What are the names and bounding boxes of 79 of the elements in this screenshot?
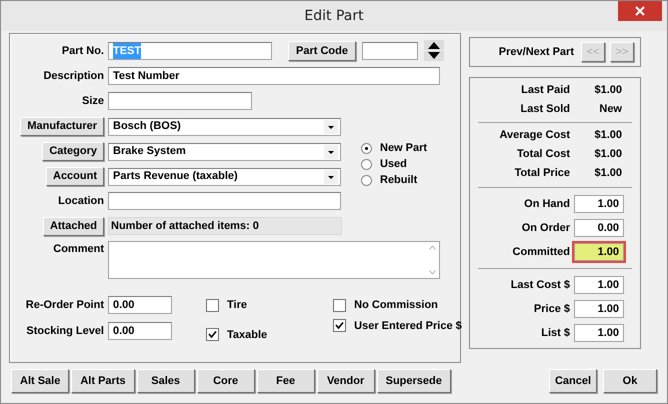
close-button[interactable] bbox=[618, 1, 662, 21]
spin-control[interactable] bbox=[424, 40, 444, 62]
part-code-button[interactable]: Part Code bbox=[288, 41, 356, 61]
action-button[interactable]: Supersede bbox=[376, 369, 451, 393]
window-title: Edit Part bbox=[304, 6, 364, 26]
field-label: On Hand bbox=[523, 196, 570, 212]
navigation-label: Prev/Next Part bbox=[498, 44, 574, 60]
check-icon bbox=[335, 321, 344, 330]
number-field[interactable]: 0.00 bbox=[108, 322, 172, 340]
attached-button[interactable]: Attached bbox=[42, 216, 104, 236]
dropdown[interactable]: Brake System bbox=[108, 142, 341, 160]
field-value: TEST bbox=[113, 42, 142, 60]
close-icon bbox=[635, 6, 645, 16]
lookup-button[interactable]: Manufacturer bbox=[20, 117, 104, 136]
dialog-button[interactable]: Ok bbox=[603, 369, 657, 393]
checkbox[interactable] bbox=[206, 328, 219, 342]
caret-icon bbox=[324, 170, 338, 184]
comment-field[interactable] bbox=[108, 241, 440, 279]
stat-value: $1.00 bbox=[594, 166, 623, 182]
action-button[interactable]: Vendor bbox=[316, 369, 375, 393]
checkbox-label: Tire bbox=[227, 298, 247, 313]
checkbox[interactable] bbox=[333, 319, 346, 332]
description-field[interactable]: Test Number bbox=[108, 67, 440, 85]
number-field[interactable]: 1.00 bbox=[574, 243, 624, 261]
action-button[interactable]: Fee bbox=[256, 369, 315, 393]
stat-label: Last Sold bbox=[519, 102, 570, 118]
stat-label: Total Cost bbox=[516, 147, 570, 162]
radio-label: Used bbox=[380, 157, 407, 172]
stat-value: $1.00 bbox=[594, 83, 623, 98]
field-label: Size bbox=[82, 94, 104, 109]
checkbox[interactable] bbox=[206, 298, 219, 312]
number-field[interactable]: 1.00 bbox=[574, 195, 624, 213]
lookup-button[interactable]: Category bbox=[42, 142, 104, 161]
stat-value: $1.00 bbox=[594, 147, 623, 162]
size-field[interactable] bbox=[108, 92, 252, 110]
check-icon bbox=[208, 330, 217, 340]
caret-icon bbox=[324, 144, 338, 158]
number-field[interactable]: 0.00 bbox=[574, 219, 624, 237]
action-button[interactable]: Alt Parts bbox=[71, 369, 135, 393]
radio-button[interactable] bbox=[361, 159, 372, 170]
number-field[interactable]: 1.00 bbox=[574, 300, 624, 318]
radio-label: Rebuilt bbox=[380, 173, 418, 188]
field-label: Comment bbox=[53, 242, 104, 257]
lookup-button[interactable]: Account bbox=[46, 167, 104, 186]
dropdown[interactable]: Parts Revenue (taxable) bbox=[108, 168, 341, 186]
dropdown[interactable]: Bosch (BOS) bbox=[108, 118, 341, 136]
action-button[interactable]: Sales bbox=[136, 369, 195, 393]
checkbox[interactable] bbox=[333, 298, 346, 312]
number-field[interactable]: 1.00 bbox=[574, 276, 624, 294]
radio-button[interactable] bbox=[361, 143, 372, 154]
field-label: Committed bbox=[512, 244, 570, 260]
checkbox-label: Taxable bbox=[227, 328, 268, 342]
dialog-button[interactable]: Cancel bbox=[549, 369, 597, 393]
field-label: List $ bbox=[540, 326, 570, 341]
stat-label: Last Paid bbox=[520, 83, 570, 98]
field-label: On Order bbox=[520, 220, 570, 236]
action-button[interactable]: Core bbox=[196, 369, 255, 393]
location-field[interactable] bbox=[108, 192, 341, 210]
checkbox-label: No Commission bbox=[354, 298, 438, 313]
field-label: Re-Order Point bbox=[26, 298, 104, 313]
radio-button[interactable] bbox=[361, 175, 372, 186]
caret-icon bbox=[324, 120, 338, 134]
number-field[interactable]: 0.00 bbox=[108, 296, 172, 314]
number-field[interactable]: 1.00 bbox=[574, 324, 624, 342]
field-label: Location bbox=[58, 194, 104, 209]
field-label: Last Cost $ bbox=[510, 278, 570, 293]
field-label: Part No. bbox=[62, 44, 104, 59]
checkbox-label: User Entered Price $ bbox=[354, 318, 462, 334]
stat-value: $1.00 bbox=[594, 128, 623, 144]
field-label: Description bbox=[43, 68, 104, 84]
part-code-field[interactable] bbox=[362, 42, 418, 60]
radio-label: New Part bbox=[380, 141, 428, 156]
stat-value: New bbox=[599, 102, 623, 118]
action-button[interactable]: Alt Sale bbox=[11, 369, 70, 393]
stat-label: Total Price bbox=[514, 166, 570, 182]
field-label: Price $ bbox=[532, 302, 570, 317]
field-label: Stocking Level bbox=[26, 324, 104, 339]
attached-info: Number of attached items: 0 bbox=[108, 217, 342, 235]
stat-label: Average Cost bbox=[498, 128, 570, 144]
